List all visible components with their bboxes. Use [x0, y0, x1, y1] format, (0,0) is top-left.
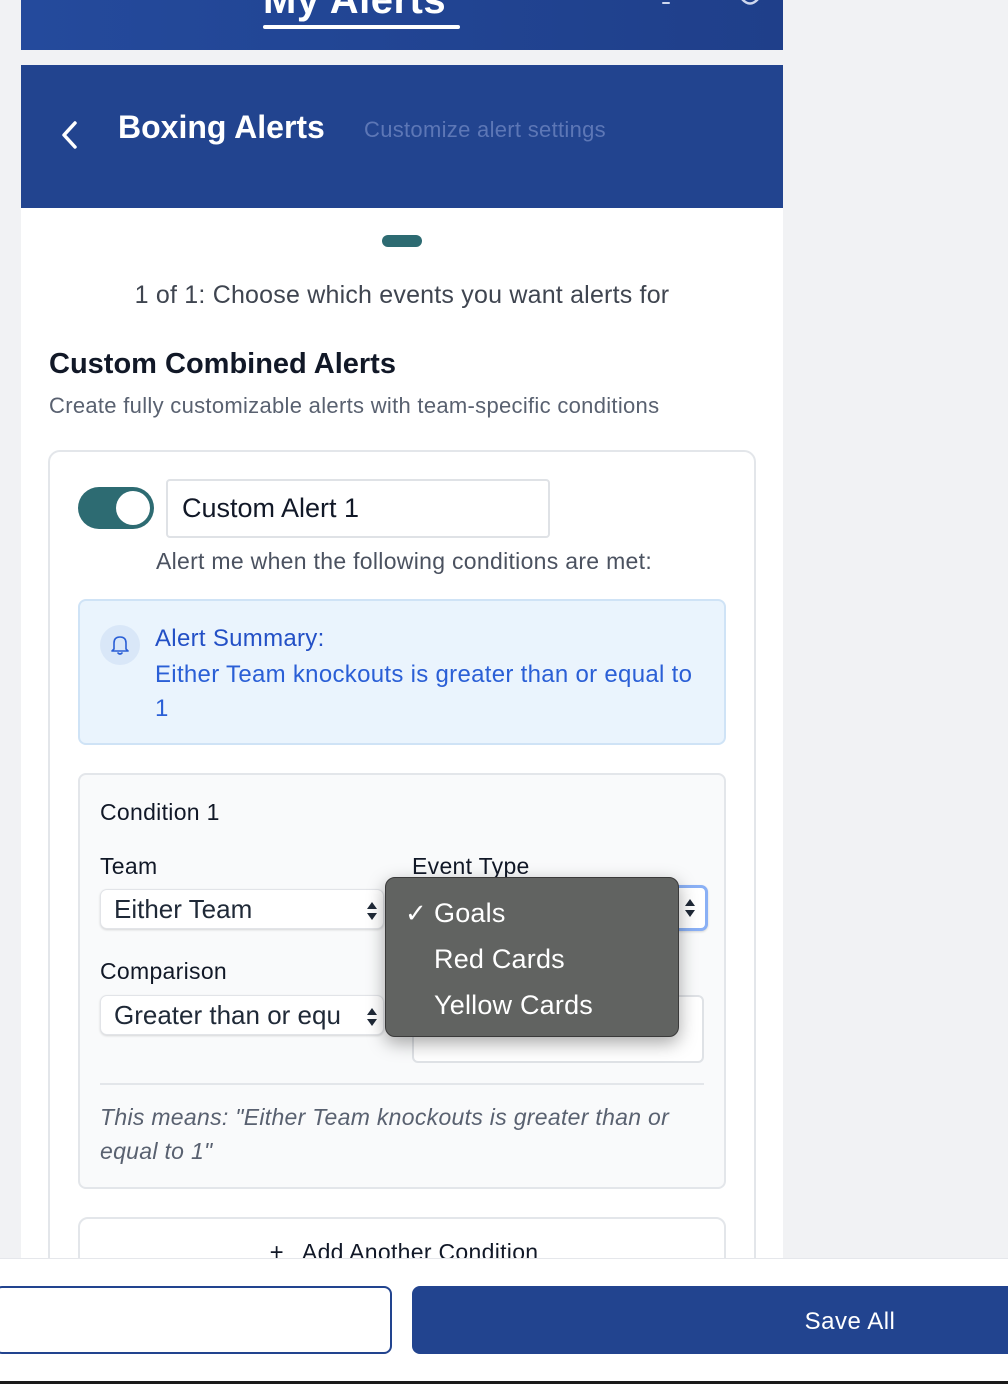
condition-title: Condition 1: [100, 799, 220, 825]
left-gutter: [0, 0, 21, 1384]
app-header: My Alerts: [21, 0, 783, 50]
alerts-sheet: 1 of 1: Choose which events you want ale…: [21, 208, 783, 1280]
bottom-action-bar: Save All: [0, 1258, 1008, 1384]
event-option-goals[interactable]: Goals: [434, 898, 506, 929]
team-label: Team: [100, 853, 158, 879]
comparison-select[interactable]: Greater than or equ: [100, 995, 384, 1035]
gear-icon[interactable]: [737, 0, 763, 8]
app-title: My Alerts: [263, 0, 447, 22]
panel-subtitle: Customize alert settings: [364, 117, 606, 142]
team-select[interactable]: Either Team: [100, 889, 384, 929]
select-arrows-icon: [367, 902, 377, 920]
step-indicator: 1 of 1: Choose which events you want ale…: [134, 281, 670, 309]
event-type-dropdown-menu: ✓ Goals Red Cards Yellow Cards: [385, 877, 679, 1037]
right-gutter: [783, 0, 1008, 1384]
section-description: Create fully customizable alerts with te…: [49, 393, 660, 418]
drag-handle[interactable]: [382, 235, 422, 247]
comparison-label: Comparison: [100, 958, 227, 984]
section-title: Custom Combined Alerts: [49, 348, 396, 380]
comparison-select-value: Greater than or equ: [114, 1000, 341, 1030]
panel-title: Boxing Alerts: [118, 109, 325, 145]
alert-name-input[interactable]: [166, 479, 550, 538]
back-chevron-icon[interactable]: [56, 117, 84, 153]
save-all-label: Save All: [804, 1308, 896, 1335]
custom-alert-card: Alert me when the following conditions a…: [48, 450, 756, 1280]
select-arrows-icon: [367, 1008, 377, 1026]
summary-title: Alert Summary:: [155, 625, 325, 652]
bell-icon[interactable]: [653, 0, 679, 6]
cancel-button[interactable]: [0, 1286, 392, 1354]
event-option-red-cards[interactable]: Red Cards: [434, 944, 565, 975]
panel-header: Boxing Alerts Customize alert settings: [21, 65, 783, 208]
bell-icon: [111, 636, 129, 655]
event-type-label: Event Type: [412, 853, 530, 879]
conditions-intro: Alert me when the following conditions a…: [155, 548, 653, 574]
alert-enabled-toggle[interactable]: [78, 487, 154, 529]
save-all-button[interactable]: Save All: [412, 1286, 1008, 1354]
condition-explanation: This means: "Either Team knockouts is gr…: [100, 1104, 670, 1164]
summary-text: Either Team knockouts is greater than or…: [155, 661, 693, 722]
team-select-value: Either Team: [114, 894, 253, 924]
event-option-yellow-cards[interactable]: Yellow Cards: [434, 990, 593, 1021]
condition-divider: [100, 1083, 704, 1085]
summary-bell-badge: [100, 625, 140, 665]
select-arrows-icon: [685, 899, 695, 917]
toggle-knob: [116, 491, 150, 525]
checkmark-icon: ✓: [405, 898, 427, 928]
alert-summary-box: Alert Summary: Either Team knockouts is …: [78, 599, 726, 745]
active-tab-underline: [263, 25, 460, 29]
